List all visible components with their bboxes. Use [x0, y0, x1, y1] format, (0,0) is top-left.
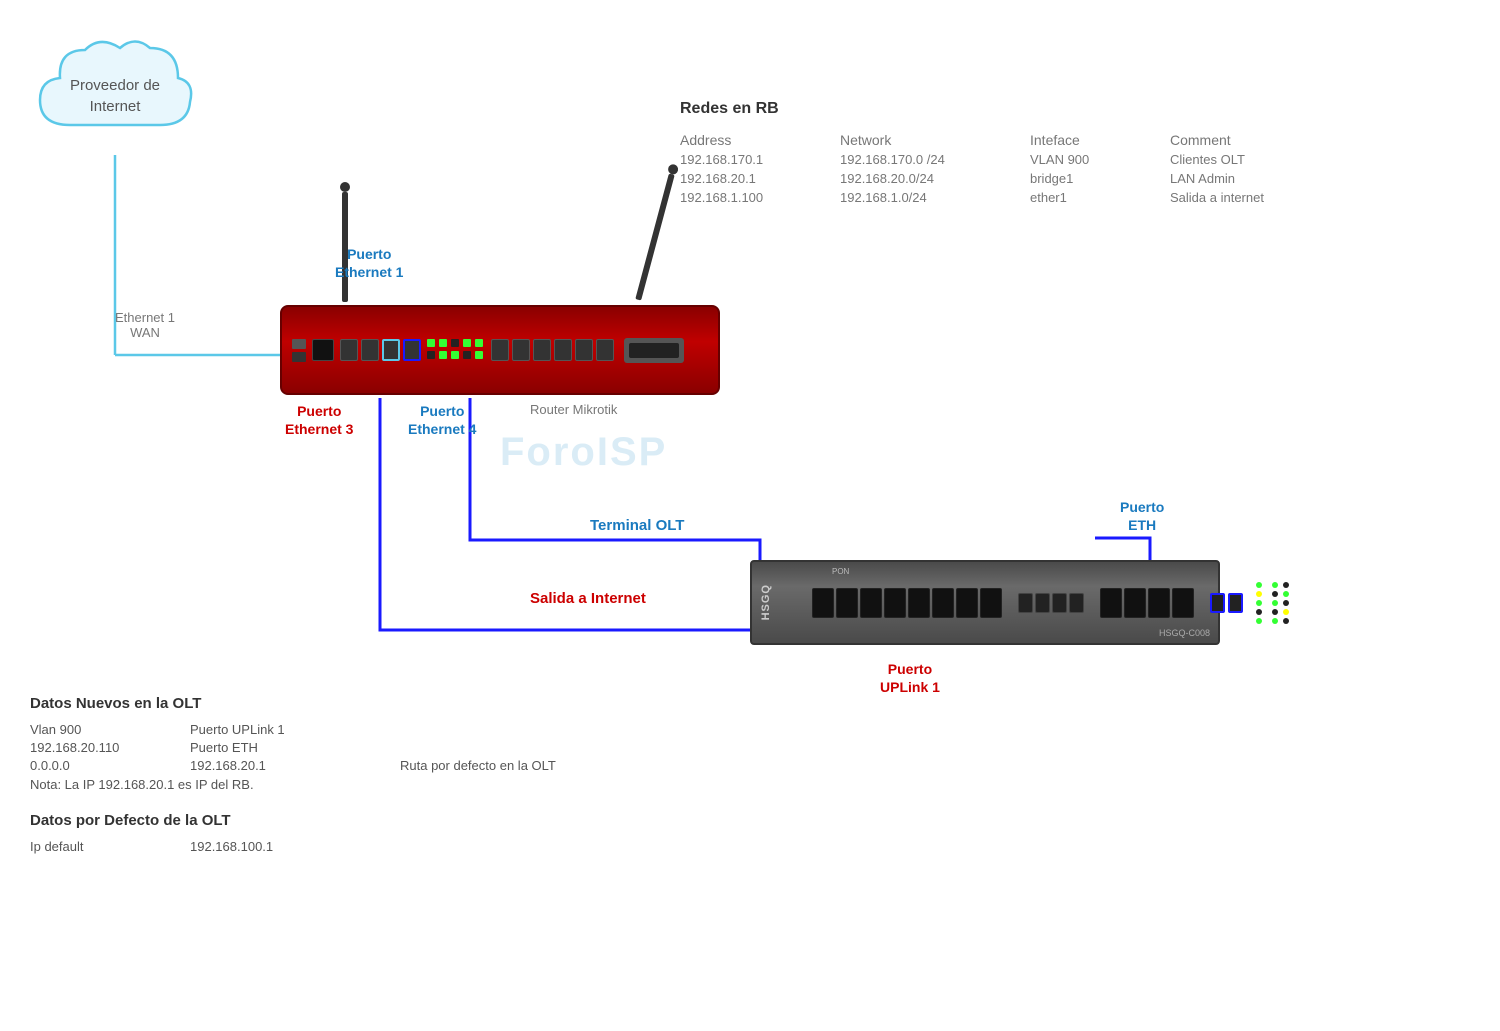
puerto-eth4-label: Puerto Ethernet 4	[408, 402, 476, 438]
eth1-wan-label: Ethernet 1 WAN	[115, 310, 175, 340]
eth-port-1	[340, 339, 358, 361]
watermark: ForoISP	[500, 430, 667, 475]
table-cell-addr-1: 192.168.170.1	[680, 150, 840, 169]
nota-text: Nota: La IP 192.168.20.1 es IP del RB.	[30, 777, 710, 792]
dn-col1-r3: 0.0.0.0	[30, 758, 180, 773]
table-cell-comment-3: Salida a internet	[1170, 188, 1370, 207]
table-cell-addr-3: 192.168.1.100	[680, 188, 840, 207]
redes-rb-table: Address Network Inteface Comment 192.168…	[680, 130, 1480, 207]
datos-defecto-title: Datos por Defecto de la OLT	[30, 812, 710, 829]
cloud-label: Proveedor de Internet	[65, 75, 165, 117]
router-mikrotik	[280, 305, 720, 395]
eth-port-4	[403, 339, 421, 361]
dd-value-1: 192.168.100.1	[190, 839, 390, 854]
olt-brand-label: HSGQ	[760, 584, 772, 620]
datos-defecto-grid: Ip default 192.168.100.1	[30, 839, 710, 854]
olt-leds-grid	[1272, 582, 1291, 624]
eth-port-6	[512, 339, 530, 361]
table-cell-iface-1: VLAN 900	[1030, 150, 1170, 169]
table-cell-net-3: 192.168.1.0/24	[840, 188, 1030, 207]
olt-rj45-ports	[1018, 593, 1084, 613]
redes-rb-section: Redes en RB Address Network Inteface Com…	[680, 100, 1480, 207]
dn-col3-r1	[400, 722, 710, 737]
bottom-info: Datos Nuevos en la OLT Vlan 900 Puerto U…	[30, 695, 710, 854]
eth-port-2	[361, 339, 379, 361]
diagram-container: Proveedor de Internet Ethernet 1 WAN	[0, 0, 1500, 1031]
olt-model: HSGQ-C008	[1159, 628, 1210, 638]
eth-port-8	[554, 339, 572, 361]
table-header-network: Network	[840, 130, 1030, 150]
eth-port-5	[491, 339, 509, 361]
dn-col3-r2	[400, 740, 710, 755]
puerto-uplink-label: Puerto UPLink 1	[880, 660, 940, 696]
table-cell-addr-2: 192.168.20.1	[680, 169, 840, 188]
olt-sfp-ports-2	[1100, 588, 1194, 618]
olt-eth-ports	[1210, 593, 1243, 613]
olt-device: HSGQ PON	[750, 560, 1220, 645]
sfp-port	[312, 339, 334, 361]
table-header-interface: Inteface	[1030, 130, 1170, 150]
dn-col2-r3: 192.168.20.1	[190, 758, 390, 773]
led-grid	[427, 339, 485, 361]
olt-pon-label: PON	[832, 567, 849, 576]
olt-sfp-ports	[812, 588, 1002, 618]
dn-col1-r2: 192.168.20.110	[30, 740, 180, 755]
table-header-comment: Comment	[1170, 130, 1370, 150]
table-cell-comment-2: LAN Admin	[1170, 169, 1370, 188]
puerto-eth1-label: Puerto Ethernet 1	[335, 245, 403, 281]
dn-col2-r2: Puerto ETH	[190, 740, 390, 755]
cloud-shape: Proveedor de Internet	[30, 30, 200, 160]
eth-port-9	[575, 339, 593, 361]
datos-defecto-section: Datos por Defecto de la OLT Ip default 1…	[30, 812, 710, 854]
eth-port-10	[596, 339, 614, 361]
puerto-eth3-label: Puerto Ethernet 3	[285, 402, 353, 438]
table-cell-net-1: 192.168.170.0 /24	[840, 150, 1030, 169]
salida-internet-label: Salida a Internet	[530, 590, 646, 607]
terminal-olt-label: Terminal OLT	[590, 517, 684, 534]
table-header-address: Address	[680, 130, 840, 150]
datos-nuevos-grid: Vlan 900 Puerto UPLink 1 192.168.20.110 …	[30, 722, 710, 773]
antenna-right	[635, 173, 674, 300]
table-cell-comment-1: Clientes OLT	[1170, 150, 1370, 169]
puerto-eth-label: Puerto ETH	[1120, 498, 1164, 534]
router-label: Router Mikrotik	[530, 402, 617, 417]
table-cell-iface-3: ether1	[1030, 188, 1170, 207]
dn-col3-r3: Ruta por defecto en la OLT	[400, 758, 710, 773]
eth-port-7	[533, 339, 551, 361]
datos-nuevos-title: Datos Nuevos en la OLT	[30, 695, 710, 712]
eth-port-3	[382, 339, 400, 361]
dn-col2-r1: Puerto UPLink 1	[190, 722, 390, 737]
redes-rb-title: Redes en RB	[680, 100, 1480, 118]
table-cell-net-2: 192.168.20.0/24	[840, 169, 1030, 188]
table-cell-iface-2: bridge1	[1030, 169, 1170, 188]
dn-col1-r1: Vlan 900	[30, 722, 180, 737]
dd-label-1: Ip default	[30, 839, 180, 854]
olt-leds	[1256, 582, 1262, 624]
